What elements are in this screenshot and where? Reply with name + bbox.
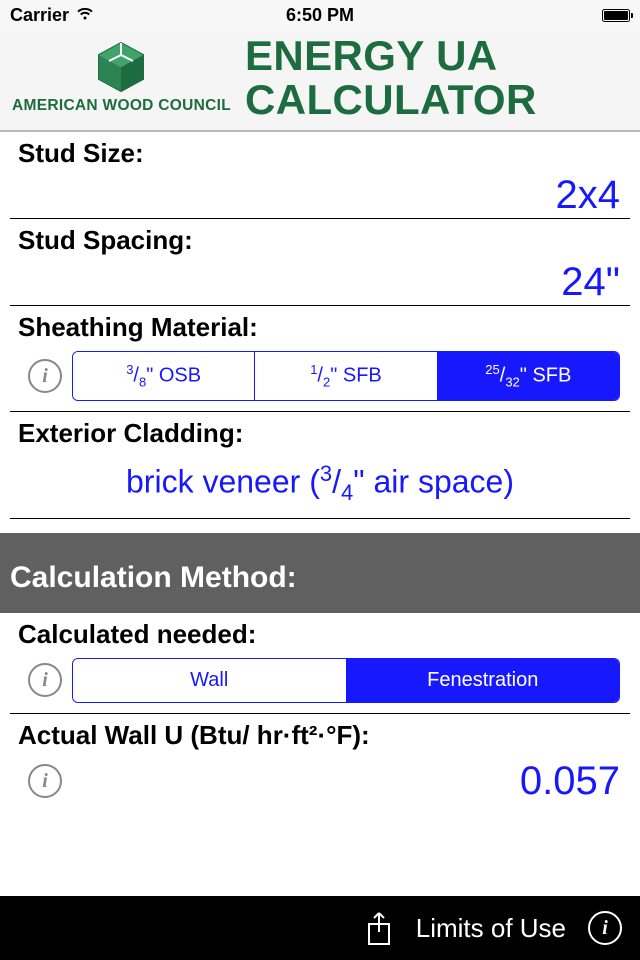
stud-spacing-label: Stud Spacing:	[0, 219, 640, 258]
battery-icon	[602, 9, 630, 22]
actual-u-info-icon[interactable]: i	[28, 764, 62, 798]
actual-u-label: Actual Wall U (Btu/ hr·ft²·°F):	[0, 714, 640, 753]
app-title-line2: CALCULATOR	[245, 78, 537, 122]
sheathing-option-0[interactable]: 3/8" OSB	[73, 352, 255, 400]
sheathing-row: i 3/8" OSB1/2" SFB25/32" SFB	[10, 345, 630, 412]
share-icon[interactable]	[364, 910, 394, 946]
app-header: AMERICAN WOOD COUNCIL ENERGY UA CALCULAT…	[0, 30, 640, 132]
cladding-label: Exterior Cladding:	[0, 412, 640, 451]
stud-size-value: 2x4	[556, 173, 621, 218]
cladding-value[interactable]: brick veneer (3/4" air space)	[10, 451, 630, 519]
status-left: Carrier	[10, 5, 160, 26]
stud-size-label: Stud Size:	[0, 132, 640, 171]
calc-option-0[interactable]: Wall	[73, 659, 347, 702]
content-area: Stud Size: 2x4 Stud Spacing: 24" Sheathi…	[0, 132, 640, 896]
app-title: ENERGY UA CALCULATOR	[245, 34, 537, 122]
limits-of-use-button[interactable]: Limits of Use	[416, 913, 566, 944]
logo-text: AMERICAN WOOD COUNCIL	[12, 97, 231, 115]
sheathing-option-2[interactable]: 25/32" SFB	[438, 352, 619, 400]
bottom-toolbar: Limits of Use i	[0, 896, 640, 960]
sheathing-segmented: 3/8" OSB1/2" SFB25/32" SFB	[72, 351, 620, 401]
calc-needed-row: i WallFenestration	[10, 652, 630, 714]
status-bar: Carrier 6:50 PM	[0, 0, 640, 30]
sheathing-label: Sheathing Material:	[0, 306, 640, 345]
status-time: 6:50 PM	[286, 5, 354, 26]
calc-needed-segmented: WallFenestration	[72, 658, 620, 703]
actual-u-value[interactable]: 0.057	[80, 759, 620, 804]
wifi-icon	[75, 5, 95, 26]
footer-info-icon[interactable]: i	[588, 911, 622, 945]
awc-logo-icon	[93, 41, 149, 93]
actual-u-row: i 0.057	[10, 753, 630, 806]
sheathing-info-icon[interactable]: i	[28, 359, 62, 393]
stud-spacing-row[interactable]: 24"	[10, 258, 630, 306]
logo-block: AMERICAN WOOD COUNCIL	[12, 41, 231, 115]
calc-needed-label: Calculated needed:	[0, 613, 640, 652]
carrier-label: Carrier	[10, 5, 69, 26]
calc-option-1[interactable]: Fenestration	[347, 659, 620, 702]
stud-size-row[interactable]: 2x4	[10, 171, 630, 219]
calc-needed-info-icon[interactable]: i	[28, 663, 62, 697]
calc-method-header: Calculation Method:	[0, 533, 640, 613]
sheathing-option-1[interactable]: 1/2" SFB	[255, 352, 437, 400]
status-right	[480, 9, 630, 22]
app-title-line1: ENERGY UA	[245, 34, 537, 78]
stud-spacing-value: 24"	[561, 260, 620, 305]
